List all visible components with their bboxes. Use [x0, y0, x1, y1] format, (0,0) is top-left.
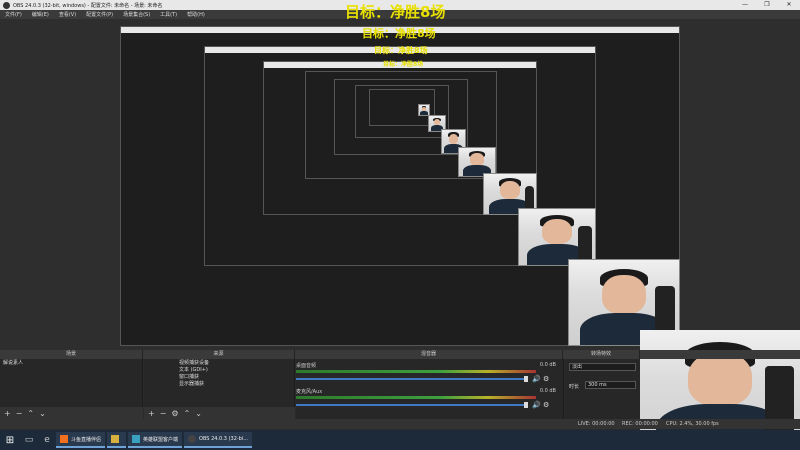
mixer-track-mic: 麦克风/Aux 0.0 dB 🔊 ⚙ [296, 388, 560, 412]
start-button[interactable]: ⊞ [0, 435, 20, 446]
mixer-track-db: 0.0 dB [539, 388, 556, 394]
dock-headers: 场景 来源 混音器 转场特效 [0, 350, 800, 359]
move-scene-up-button[interactable]: ⌃ [27, 409, 34, 418]
add-scene-button[interactable]: + [4, 409, 11, 418]
close-button[interactable]: ✕ [778, 0, 800, 10]
window-title: OBS 24.0.3 (32-bit, windows) - 配置文件: 未命名… [13, 2, 163, 9]
obs-icon [188, 435, 197, 443]
menu-scene-collection[interactable]: 场景集合(S) [118, 11, 155, 18]
scenes-toolbar: + − ⌃ ⌄ [0, 407, 143, 419]
speaker-icon[interactable]: 🔊 ⚙ [532, 401, 549, 409]
mixer-dock-title: 混音器 [295, 350, 563, 359]
taskbar-app-lol[interactable]: 英雄联盟客户端 [128, 432, 183, 448]
task-view-icon[interactable]: ▭ [20, 435, 38, 445]
remove-source-button[interactable]: − [160, 409, 167, 418]
volume-fader[interactable] [296, 378, 528, 380]
live-status: LIVE: 00:00:00 [578, 421, 615, 427]
volume-fader[interactable] [296, 404, 528, 406]
folder-icon [111, 435, 120, 443]
taskbar-app-obs[interactable]: OBS 24.0.3 (32-bi... [184, 432, 253, 448]
goal-text-nested-2: 目标：净胜8场 [374, 46, 428, 55]
volume-fader-knob[interactable] [524, 376, 528, 382]
source-item[interactable]: 视频捕获设备 [144, 359, 294, 366]
mixer-track-desktop: 桌面音频 0.0 dB 🔊 ⚙ [296, 362, 560, 386]
menu-edit[interactable]: 编辑(E) [27, 11, 54, 18]
sources-dock-title: 来源 [143, 350, 295, 359]
duration-input[interactable]: 300 ms [585, 381, 636, 389]
menu-profile[interactable]: 配置文件(P) [81, 11, 118, 18]
preview-canvas[interactable]: 目标：净胜8场 目标：净胜8场 目标：净胜8场 目标：净胜8场 [0, 3, 800, 350]
volume-fader-knob[interactable] [524, 402, 528, 408]
menu-view[interactable]: 查看(V) [54, 11, 81, 18]
move-scene-down-button[interactable]: ⌄ [39, 409, 46, 418]
remove-scene-button[interactable]: − [16, 409, 23, 418]
speaker-icon[interactable]: 🔊 ⚙ [532, 375, 549, 383]
goal-text-nested-3: 目标：净胜8场 [383, 61, 424, 68]
lol-icon [132, 435, 141, 443]
goal-text: 目标：净胜8场 [345, 3, 446, 21]
taskbar-app-folder[interactable] [107, 432, 127, 448]
duration-label: 时长 [569, 384, 580, 390]
move-source-up-button[interactable]: ⌃ [184, 409, 191, 418]
mixer-track-name: 桌面音频 [296, 363, 317, 369]
source-settings-button[interactable]: ⚙ [171, 409, 178, 418]
transitions-dock: 淡出 时长 300 ms [565, 359, 640, 419]
add-source-button[interactable]: + [148, 409, 155, 418]
minimize-button[interactable]: — [734, 0, 756, 10]
scenes-dock: 解说素人 [0, 359, 143, 407]
menu-help[interactable]: 帮助(H) [182, 11, 210, 18]
goal-text-nested-1: 目标：净胜8场 [362, 27, 436, 40]
douyu-icon [60, 435, 68, 443]
sources-dock: 视频捕获设备 文本 (GDI+) 窗口捕获 显示器捕获 [144, 359, 295, 407]
windows-taskbar: ⊞ ▭ e 斗鱼直播伴侣 英雄联盟客户端 OBS 24.0.3 (32-bi..… [0, 430, 800, 450]
source-item[interactable]: 文本 (GDI+) [144, 366, 294, 373]
mixer-track-name: 麦克风/Aux [296, 389, 323, 395]
webcam-image-2 [518, 208, 596, 266]
transitions-dock-title: 转场特效 [563, 350, 640, 359]
mixer-track-db: 0.0 dB [539, 362, 556, 368]
scenes-dock-title: 场景 [0, 350, 143, 359]
volume-meter [296, 396, 536, 399]
move-source-down-button[interactable]: ⌄ [195, 409, 202, 418]
cpu-status: CPU: 2.4%, 30.00 fps [666, 421, 719, 427]
menu-tools[interactable]: 工具(T) [155, 11, 182, 18]
maximize-button[interactable]: ❐ [756, 0, 778, 10]
volume-meter [296, 370, 536, 373]
rec-status: REC: 00:00:00 [622, 421, 658, 427]
status-bar: LIVE: 00:00:00 REC: 00:00:00 CPU: 2.4%, … [0, 419, 800, 429]
taskbar-app-douyu[interactable]: 斗鱼直播伴侣 [56, 432, 106, 448]
obs-icon [3, 1, 10, 9]
source-item[interactable]: 窗口捕获 [144, 373, 294, 380]
scene-item[interactable]: 解说素人 [0, 359, 142, 366]
transition-select[interactable]: 淡出 [569, 363, 636, 371]
edge-icon[interactable]: e [38, 435, 56, 445]
sources-toolbar: + − ⚙ ⌃ ⌄ [144, 407, 295, 419]
menu-file[interactable]: 文件(F) [0, 11, 27, 18]
source-item[interactable]: 显示器捕获 [144, 380, 294, 387]
